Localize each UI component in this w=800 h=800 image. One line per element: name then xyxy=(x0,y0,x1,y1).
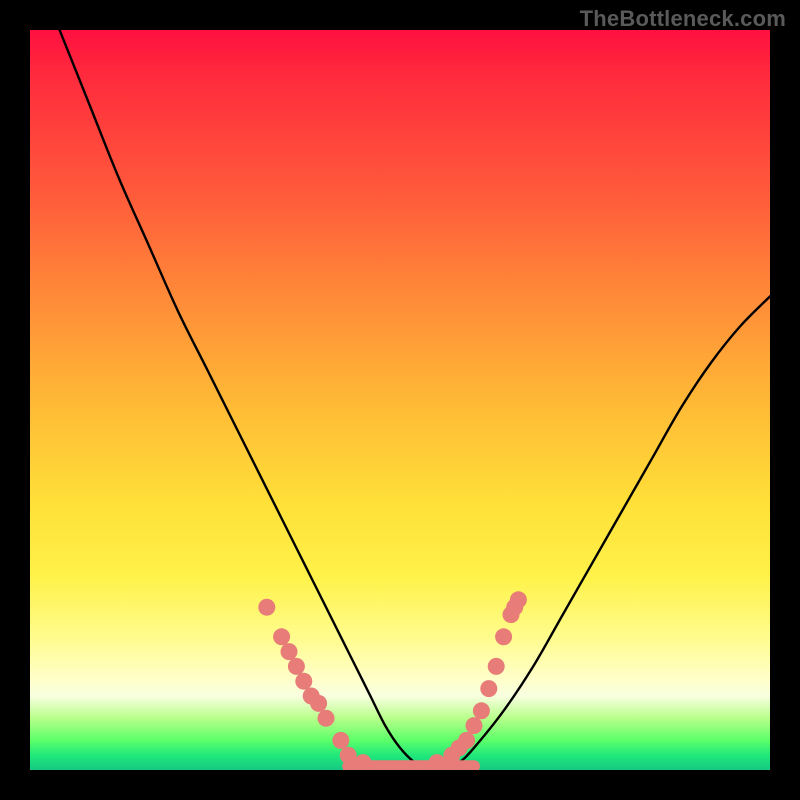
marker-dot xyxy=(480,680,497,697)
marker-dot xyxy=(510,591,527,608)
marker-dot xyxy=(281,643,298,660)
marker-dot xyxy=(495,628,512,645)
highlight-markers xyxy=(258,591,527,770)
marker-dot xyxy=(258,599,275,616)
marker-dot xyxy=(295,673,312,690)
chart-plot-area xyxy=(30,30,770,770)
marker-dot xyxy=(488,658,505,675)
marker-dot xyxy=(310,695,327,712)
marker-dot xyxy=(458,732,475,749)
outer-frame: TheBottleneck.com xyxy=(0,0,800,800)
marker-dot xyxy=(473,702,490,719)
marker-dot xyxy=(332,732,349,749)
marker-dot xyxy=(340,747,357,764)
marker-dot xyxy=(355,754,372,770)
marker-dot xyxy=(273,628,290,645)
marker-dot xyxy=(429,754,446,770)
chart-svg xyxy=(30,30,770,770)
marker-dot xyxy=(288,658,305,675)
marker-dot xyxy=(466,717,483,734)
watermark-text: TheBottleneck.com xyxy=(580,6,786,32)
marker-dot xyxy=(318,710,335,727)
bottleneck-curve xyxy=(60,30,770,770)
